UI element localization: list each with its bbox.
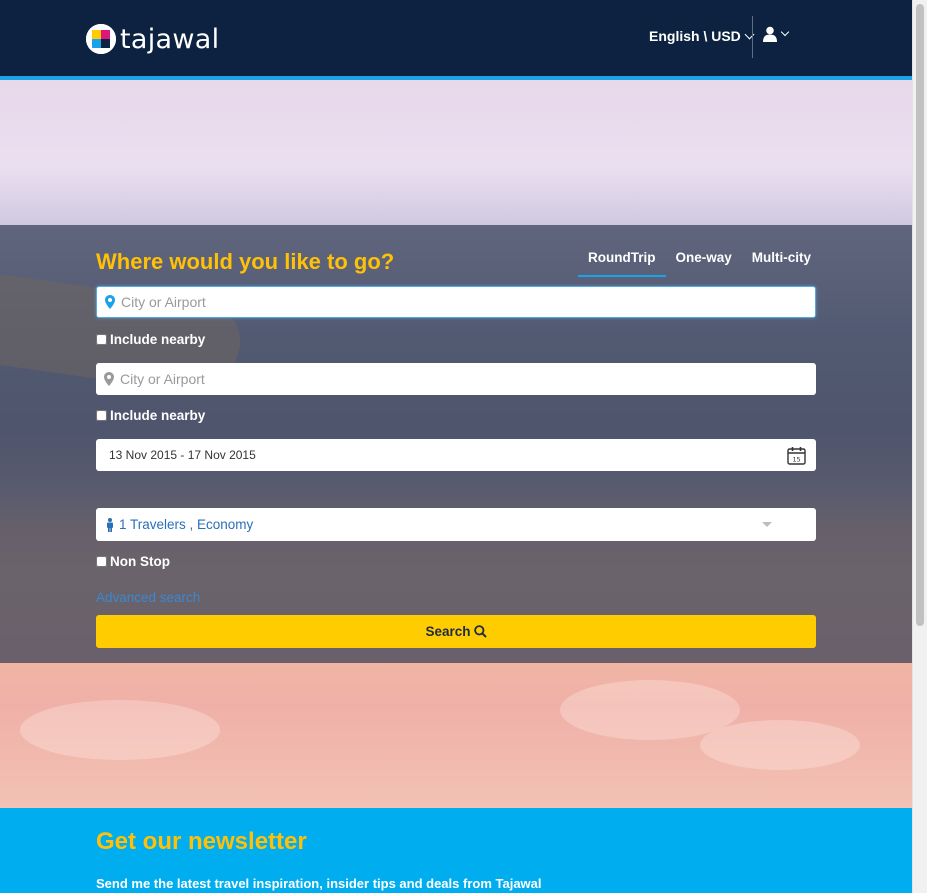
cloud-decoration [700,720,860,770]
origin-include-nearby-label: Include nearby [110,332,206,347]
destination-include-nearby-label: Include nearby [110,408,206,423]
origin-include-nearby[interactable]: Include nearby [96,332,205,347]
language-currency-label: English \ USD [649,28,741,44]
tajawal-logo[interactable]: tajawal [86,22,219,56]
user-menu-button[interactable] [762,26,790,42]
page: tajawal English \ USD Where would you li… [0,0,912,893]
non-stop-option[interactable]: Non Stop [96,554,170,569]
search-button[interactable]: Search [96,615,816,648]
cloud-decoration [20,700,220,760]
date-range-value: 13 Nov 2015 - 17 Nov 2015 [109,448,256,462]
map-pin-icon [104,372,114,386]
vertical-scrollbar[interactable] [912,0,927,893]
map-pin-icon [105,295,115,309]
top-header: tajawal English \ USD [0,0,912,76]
destination-include-nearby-checkbox[interactable] [96,410,107,421]
origin-field[interactable] [96,286,816,318]
advanced-search-link[interactable]: Advanced search [96,590,200,605]
search-icon [473,625,487,638]
person-icon [107,517,113,532]
tab-multi-city[interactable]: Multi-city [742,246,821,277]
newsletter-brand: Tajawal [495,876,542,891]
scrollbar-thumb[interactable] [916,4,924,626]
newsletter-description: Send me the latest travel inspiration, i… [96,876,542,891]
search-title: Where would you like to go? [96,249,395,274]
newsletter-text: Send me the latest travel inspiration, i… [96,876,496,891]
trip-type-tabs: RoundTrip One-way Multi-city [578,246,821,277]
header-divider [752,16,753,58]
destination-field[interactable] [96,363,816,395]
user-icon [763,26,777,42]
non-stop-label: Non Stop [110,554,170,569]
destination-include-nearby[interactable]: Include nearby [96,408,205,423]
travelers-class-value: 1 Travelers , Economy [119,517,254,532]
calendar-icon[interactable]: 15 [787,446,806,465]
date-range-field[interactable]: 13 Nov 2015 - 17 Nov 2015 15 [96,439,816,471]
dropdown-caret-icon [762,522,772,527]
logo-text: tajawal [120,23,220,55]
tab-one-way[interactable]: One-way [666,246,742,277]
travelers-class-select[interactable]: 1 Travelers , Economy [96,508,816,541]
newsletter-title: Get our newsletter [96,828,307,855]
tab-roundtrip[interactable]: RoundTrip [578,246,666,277]
chevron-down-icon [780,27,790,37]
non-stop-checkbox[interactable] [96,556,107,567]
destination-input[interactable] [118,370,782,388]
search-button-label: Search [425,624,471,639]
origin-include-nearby-checkbox[interactable] [96,334,107,345]
svg-text:15: 15 [792,455,800,463]
logo-mark-icon [86,24,116,54]
language-currency-selector[interactable]: English \ USD [649,28,755,44]
origin-input[interactable] [119,293,783,311]
